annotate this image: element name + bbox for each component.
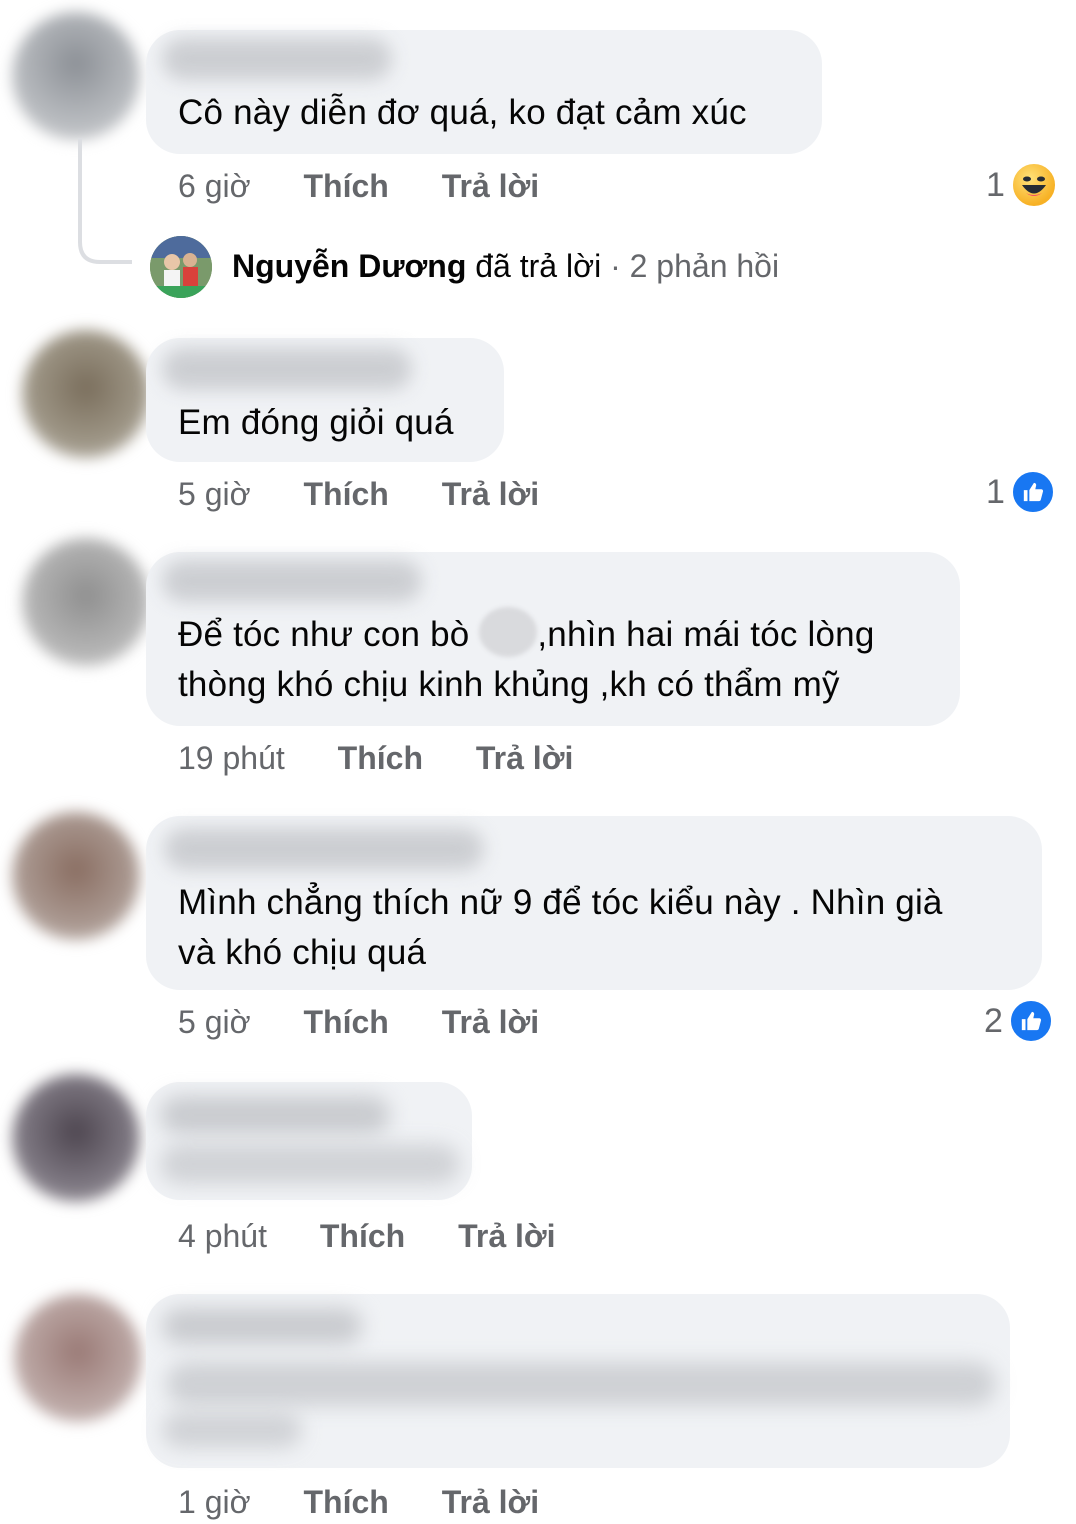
like-button[interactable]: Thích xyxy=(303,168,388,205)
comment-bubble[interactable]: Để tóc như con bò ,nhìn hai mái tóc lòng… xyxy=(146,552,960,726)
comment-text: Cô này diễn đơ quá, ko đạt cảm xúc xyxy=(178,93,747,132)
reaction-summary[interactable]: 1 xyxy=(986,162,1057,208)
blurred-commenter-name xyxy=(160,1096,390,1134)
like-button[interactable]: Thích xyxy=(303,1004,388,1041)
comment-time: 5 giờ xyxy=(178,1004,251,1040)
comment-time: 19 phút xyxy=(178,740,285,776)
reply-action-text: đã trả lời xyxy=(475,248,602,284)
reaction-summary[interactable]: 2 xyxy=(984,999,1053,1043)
comment-text-line-2: thòng khó chịu kinh khủng ,kh có thẩm mỹ xyxy=(178,665,840,704)
like-button[interactable]: Thích xyxy=(320,1218,405,1255)
reply-button[interactable]: Trả lời xyxy=(442,1484,539,1521)
commenter-avatar[interactable] xyxy=(12,1074,140,1202)
comment-time: 6 giờ xyxy=(178,168,251,204)
comment-bubble[interactable]: Cô này diễn đơ quá, ko đạt cảm xúc xyxy=(146,30,822,154)
commenter-name[interactable] xyxy=(162,560,422,602)
reply-button[interactable]: Trả lời xyxy=(442,1004,539,1041)
like-button[interactable]: Thích xyxy=(303,476,388,513)
like-button[interactable]: Thích xyxy=(303,1484,388,1521)
comment-time: 5 giờ xyxy=(178,476,251,512)
reaction-summary[interactable]: 1 xyxy=(986,470,1055,514)
reply-button[interactable]: Trả lời xyxy=(442,476,539,513)
comment-time: 1 giờ xyxy=(178,1484,251,1520)
commenter-avatar[interactable] xyxy=(14,1294,142,1422)
reply-author-name[interactable]: Nguyễn Dương xyxy=(232,248,466,284)
blurred-commenter-name xyxy=(162,1308,362,1344)
comment-actions: 19 phút Thích Trả lời xyxy=(178,740,573,777)
reply-button[interactable]: Trả lời xyxy=(476,740,573,777)
reply-avatar[interactable] xyxy=(150,236,212,298)
commenter-avatar[interactable] xyxy=(22,538,150,666)
comment-actions: 5 giờ Thích Trả lời xyxy=(178,476,539,513)
reaction-count: 2 xyxy=(984,1001,1003,1040)
comment-text: Em đóng giỏi quá xyxy=(178,403,454,442)
like-button[interactable]: Thích xyxy=(338,740,423,777)
comment-text-line-1: Để tóc như con bò ,nhìn hai mái tóc lòng xyxy=(178,606,875,660)
like-icon xyxy=(1008,999,1053,1043)
comment-actions: 6 giờ Thích Trả lời xyxy=(178,168,539,205)
commenter-avatar[interactable] xyxy=(22,330,150,458)
commenter-avatar[interactable] xyxy=(12,812,140,940)
reply-count: 2 phản hồi xyxy=(629,248,780,284)
comment-actions: 5 giờ Thích Trả lời xyxy=(178,1004,539,1041)
reply-summary[interactable]: Nguyễn Dương đã trả lời · 2 phản hồi xyxy=(232,248,779,285)
reply-button[interactable]: Trả lời xyxy=(442,168,539,205)
comment-actions: 4 phút Thích Trả lời xyxy=(178,1218,556,1255)
comment-text-part: ,nhìn hai mái tóc lòng xyxy=(537,615,875,654)
comment-bubble[interactable] xyxy=(146,1082,472,1200)
comment-bubble[interactable] xyxy=(146,1294,1010,1468)
reaction-count: 1 xyxy=(986,165,1005,204)
comment-bubble[interactable]: Em đóng giỏi quá xyxy=(146,338,504,462)
thread-connector-line xyxy=(78,138,132,264)
blurred-comment-text xyxy=(160,1144,460,1184)
comment-text-line-2: và khó chịu quá xyxy=(178,933,427,972)
reaction-count: 1 xyxy=(986,472,1005,511)
commenter-name[interactable] xyxy=(162,348,412,390)
commenter-name[interactable] xyxy=(162,38,392,80)
separator-dot: · xyxy=(610,248,621,284)
blurred-emoji xyxy=(479,606,538,657)
haha-icon xyxy=(1010,162,1057,208)
commenter-avatar[interactable] xyxy=(12,12,140,140)
comment-text-line-1: Mình chẳng thích nữ 9 để tóc kiểu này . … xyxy=(178,883,943,922)
comment-time: 4 phút xyxy=(178,1218,267,1254)
blurred-comment-text xyxy=(162,1412,302,1448)
comment-text-part: Để tóc như con bò xyxy=(178,615,480,654)
blurred-comment-text xyxy=(166,1362,996,1406)
commenter-name[interactable] xyxy=(164,828,484,870)
comment-bubble[interactable]: Mình chẳng thích nữ 9 để tóc kiểu này . … xyxy=(146,816,1042,990)
reply-button[interactable]: Trả lời xyxy=(458,1218,555,1255)
comment-actions: 1 giờ Thích Trả lời xyxy=(178,1484,539,1521)
like-icon xyxy=(1010,470,1055,514)
